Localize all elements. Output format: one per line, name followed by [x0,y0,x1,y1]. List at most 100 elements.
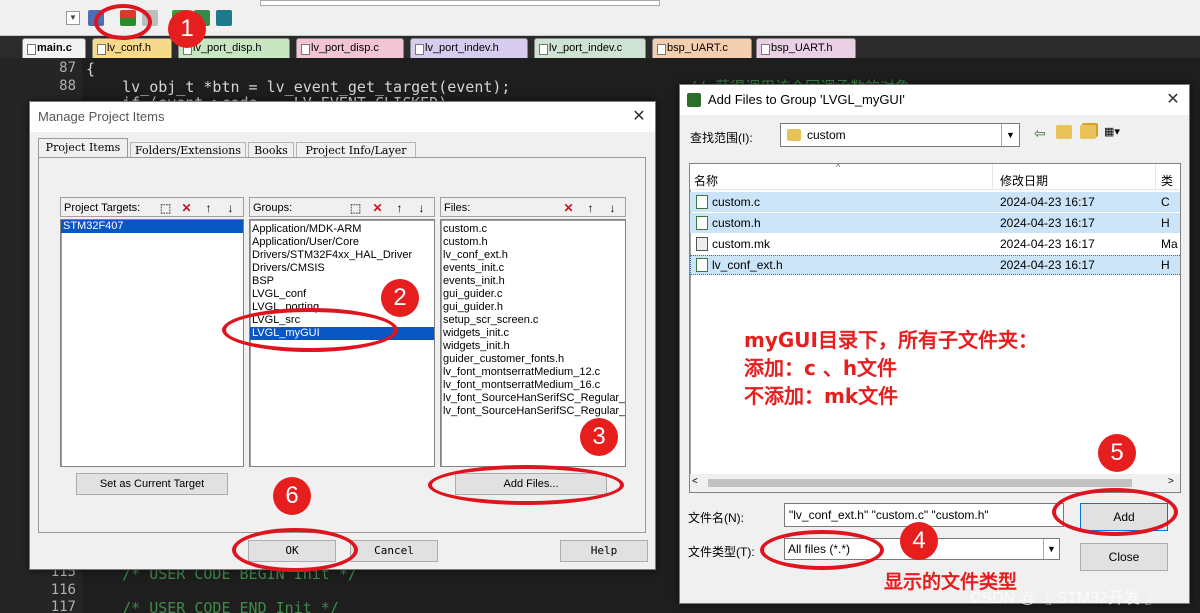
list-item[interactable]: guider_customer_fonts.h [441,353,625,366]
sort-up-icon: ^ [836,163,841,172]
list-item[interactable]: lv_font_SourceHanSerifSC_Regular_1 [441,405,625,418]
delete-target-icon[interactable]: ✕ [179,201,194,216]
step-badge-5: 5 [1098,434,1136,472]
list-item[interactable]: lv_font_montserratMedium_16.c [441,379,625,392]
col-divider[interactable] [992,164,993,190]
new-target-icon[interactable]: ⬚ [158,201,173,216]
project-targets-label: Project Targets: [64,202,141,214]
file-tab-bsp-uart-c[interactable]: bsp_UART.c [652,38,752,58]
col-divider[interactable] [1155,164,1156,190]
folder-icon [787,129,801,141]
annotation-note-line-1: myGUI目录下，所有子文件夹： [744,328,1038,352]
list-item[interactable]: Drivers/STM32F4xx_HAL_Driver [250,249,434,262]
list-item[interactable]: gui_guider.h [441,301,625,314]
file-name: custom.mk [712,237,771,251]
cancel-button[interactable]: Cancel [350,540,438,562]
list-item[interactable]: widgets_init.c [441,327,625,340]
line-number: 87 [59,60,76,76]
new-folder-icon[interactable] [1080,125,1096,139]
list-item[interactable]: lv_font_montserratMedium_12.c [441,366,625,379]
close-button[interactable]: Close [1080,543,1168,571]
scroll-right-icon[interactable]: > [1168,476,1174,487]
file-tab-bsp-uart-h[interactable]: bsp_UART.h [756,38,856,58]
move-down-icon[interactable]: ↓ [223,201,238,216]
help-button[interactable]: Help [560,540,648,562]
close-icon[interactable]: ✕ [1157,85,1189,115]
list-item[interactable]: Drivers/CMSIS [250,262,434,275]
file-row[interactable]: custom.h 2024-04-23 16:17 H [690,213,1180,233]
up-folder-icon[interactable] [1056,125,1072,139]
watermark: CSDN @〖 STM32开发 〗 [970,590,1161,607]
step-badge-3: 3 [580,418,618,456]
file-date: 2024-04-23 16:17 [1000,237,1095,251]
list-header: ^ 名称 修改日期 类 [690,163,1180,190]
tab-project-info-layer[interactable]: Project Info/Layer [296,142,416,158]
file-row[interactable]: custom.c 2024-04-23 16:17 C [690,192,1180,212]
file-tab-lv-port-indev-c[interactable]: lv_port_indev.c [534,38,646,58]
close-icon[interactable]: ✕ [623,102,655,132]
col-header-type[interactable]: 类 [1161,172,1173,189]
scroll-thumb[interactable] [708,479,1132,487]
file-tab-lv-port-disp-c[interactable]: lv_port_disp.c [296,38,404,58]
list-item[interactable]: Application/User/Core [250,236,434,249]
list-item[interactable]: custom.h [441,236,625,249]
delete-file-icon[interactable]: ✕ [561,201,576,216]
line-number: 117 [50,599,76,613]
list-item[interactable]: lv_font_SourceHanSerifSC_Regular_1 [441,392,625,405]
list-item[interactable]: gui_guider.c [441,288,625,301]
file-row[interactable]: custom.mk 2024-04-23 16:17 Ma [690,234,1180,254]
delete-group-icon[interactable]: ✕ [370,201,385,216]
list-item[interactable]: STM32F407 [61,220,243,233]
annotation-ring-add [1052,488,1178,536]
code-line: /* USER CODE END Init */ [86,599,339,613]
filetype-label: 文件类型(T): [688,545,755,559]
project-targets-list[interactable]: STM32F407 [60,219,244,467]
list-item[interactable]: lv_conf_ext.h [441,249,625,262]
groups-header: Groups: ⬚ ✕ ↑ ↓ [249,197,435,217]
file-tab-lv-port-indev-h[interactable]: lv_port_indev.h [410,38,528,58]
chevron-down-icon[interactable]: ▼ [1001,124,1019,146]
set-as-current-target-button[interactable]: Set as Current Target [76,473,228,495]
manage-rte-icon[interactable] [216,10,232,26]
toolbar-field[interactable] [260,0,660,6]
annotation-ring-add-files [428,465,624,505]
col-header-date[interactable]: 修改日期 [1000,172,1048,189]
file-name: custom.h [712,216,761,230]
view-menu-icon[interactable]: ▦▾ [1104,125,1132,139]
tab-project-items[interactable]: Project Items [38,138,128,158]
tab-books[interactable]: Books [248,142,294,158]
list-item[interactable]: custom.c [441,223,625,236]
move-down-icon[interactable]: ↓ [605,201,620,216]
project-targets-header: Project Targets: ⬚ ✕ ↑ ↓ [60,197,244,217]
back-icon[interactable]: ⇦ [1034,125,1046,142]
h-file-icon [696,216,708,230]
file-row[interactable]: lv_conf_ext.h 2024-04-23 16:17 H [690,255,1180,275]
step-badge-1: 1 [168,10,206,48]
file-tab-lv-conf-h[interactable]: lv_conf.h [92,38,172,58]
filename-value: "lv_conf_ext.h" "custom.c" "custom.h" [789,508,989,522]
file-date: 2024-04-23 16:17 [1000,195,1095,209]
list-item[interactable]: events_init.c [441,262,625,275]
files-label: Files: [444,202,471,214]
file-name: lv_conf_ext.h [712,258,783,272]
annotation-ring-toolbar [94,4,152,40]
chevron-down-icon[interactable]: ▼ [1043,539,1059,559]
move-up-icon[interactable]: ↑ [201,201,216,216]
tab-folders-extensions[interactable]: Folders/Extensions [130,142,246,158]
move-up-icon[interactable]: ↑ [392,201,407,216]
move-down-icon[interactable]: ↓ [414,201,429,216]
file-tab-main-c[interactable]: main.c [22,38,86,58]
line-number: 116 [50,582,76,598]
list-item[interactable]: events_init.h [441,275,625,288]
list-item[interactable]: widgets_init.h [441,340,625,353]
lookin-select[interactable]: custom ▼ [780,123,1020,147]
dropdown-arrow-icon[interactable]: ▼ [66,11,80,25]
file-type: Ma [1161,237,1178,251]
list-item[interactable]: Application/MDK-ARM [250,223,434,236]
col-header-name[interactable]: 名称 [694,172,718,189]
file-type: H [1161,216,1170,230]
move-up-icon[interactable]: ↑ [583,201,598,216]
list-item[interactable]: setup_scr_screen.c [441,314,625,327]
scroll-left-icon[interactable]: < [692,476,698,487]
new-group-icon[interactable]: ⬚ [348,201,363,216]
